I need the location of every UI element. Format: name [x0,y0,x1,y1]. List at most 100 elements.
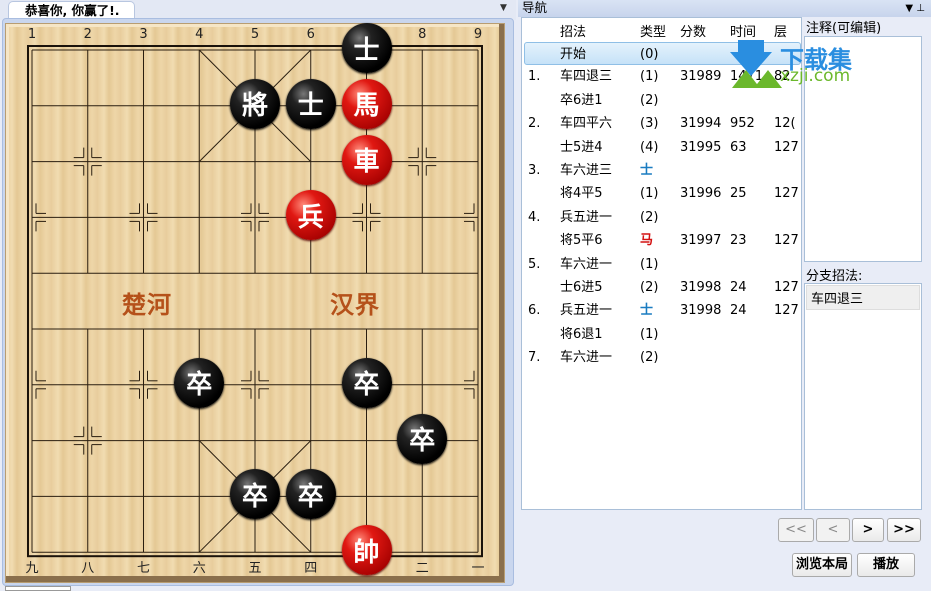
black-piece[interactable]: 卒 [285,469,336,520]
move-notation: 车六进三 [560,163,613,178]
file-label-top: 9 [473,27,483,42]
red-piece[interactable]: 兵 [285,190,336,241]
move-number: 4. [528,209,541,225]
file-label-top: 4 [195,27,204,42]
nav-title: 导航 [522,0,548,15]
horizontal-scrollbar[interactable] [5,586,71,591]
move-row[interactable]: 将6退1 (1) [522,323,801,346]
move-depth: 127 [774,186,799,202]
red-piece[interactable]: 帥 [341,525,392,576]
black-piece[interactable]: 士 [341,23,392,73]
file-label-bottom: 二 [415,561,429,576]
file-label-top: 3 [139,27,148,42]
first-move-button[interactable]: << [778,518,814,542]
black-piece[interactable]: 卒 [397,413,448,464]
dropdown-icon[interactable]: ▼ [500,3,507,13]
move-row[interactable]: 开始 (0) [524,42,801,65]
move-number: 3. [528,163,541,178]
column-header-depth[interactable]: 层 [774,21,787,40]
move-type: (1) [640,256,659,272]
move-score: 31998 [680,303,722,319]
move-row[interactable]: 2. 车四平六 (3) 31994 952 12( [522,112,801,135]
notes-textarea[interactable] [804,36,922,262]
notes-label: 注释(可编辑) [806,21,882,36]
column-header-move[interactable]: 招法 [560,21,586,40]
move-row[interactable]: 1. 车四退三 (1) 31989 1471 82 [522,65,801,88]
file-label-top: 1 [27,27,37,42]
file-label-bottom: 四 [304,561,318,576]
move-row[interactable]: 士5进4 (4) 31995 63 127 [522,136,801,159]
move-score: 31996 [680,186,722,202]
black-piece[interactable]: 卒 [174,357,225,408]
move-type: (2) [640,209,659,225]
next-move-button[interactable]: > [852,518,884,542]
play-button[interactable]: 播放 [857,553,915,577]
move-depth: 127 [774,139,799,155]
move-type: (1) [640,186,659,202]
move-type: 士 [640,163,654,178]
move-row[interactable]: 5. 车六进一 (1) [522,253,801,276]
nav-panel-header: 导航 ▼ ⊥ [518,0,931,17]
move-type: (2) [640,350,659,366]
move-notation: 将6退1 [560,326,603,342]
move-depth: 127 [774,303,799,319]
move-row[interactable]: 士6进5 (2) 31998 24 127 [522,276,801,299]
move-number: 7. [528,350,541,366]
black-piece[interactable]: 卒 [341,357,392,408]
move-notation: 兵五进一 [560,303,613,319]
move-time: 1471 [730,69,764,85]
file-label-bottom: 八 [81,561,95,576]
browse-game-button[interactable]: 浏览本局 [792,553,852,577]
move-row[interactable]: 6. 兵五进一 士 31998 24 127 [522,299,801,322]
column-header-score[interactable]: 分数 [680,21,706,40]
move-row[interactable]: 4. 兵五进一 (2) [522,206,801,229]
move-notation: 车六进一 [560,256,613,272]
file-label-bottom: 六 [192,561,206,576]
move-time: 24 [730,303,747,319]
move-time: 25 [730,186,747,202]
red-piece[interactable]: 馬 [341,78,392,129]
move-type: (4) [640,139,659,155]
river-right-label: 汉界 [330,291,380,319]
red-piece[interactable]: 車 [341,134,392,185]
move-score: 31995 [680,139,722,155]
column-header-time[interactable]: 时间 [730,21,756,40]
file-label-bottom: 一 [471,561,485,576]
move-notation: 卒6进1 [560,92,603,108]
move-depth: 127 [774,233,799,249]
move-number: 1. [528,69,541,85]
move-notation: 士6进5 [560,280,603,295]
branch-list[interactable]: 车四退三 [804,283,922,510]
black-piece[interactable]: 將 [230,78,280,129]
column-header-type[interactable]: 类型 [640,21,666,40]
move-depth: 82 [774,69,791,85]
move-time: 24 [730,280,747,295]
move-score: 31989 [680,69,722,85]
move-list[interactable]: 招法 类型 分数 时间 层 开始 (0) 1. 车四退三 (1) 31989 1471 82 卒… [521,17,802,510]
move-row[interactable]: 将5平6 马 31997 23 127 [522,229,801,252]
move-type: (2) [640,280,659,295]
move-type: (1) [640,326,659,342]
prev-move-button[interactable]: < [816,518,850,542]
move-type: 士 [640,303,654,319]
move-notation: 车六进一 [560,350,613,366]
river-left-label: 楚河 [122,291,172,319]
black-piece[interactable]: 卒 [230,469,280,520]
branch-item[interactable]: 车四退三 [806,285,920,310]
move-number: 6. [528,303,541,319]
move-type: (3) [640,116,659,132]
black-piece[interactable]: 士 [285,78,336,129]
move-row[interactable]: 7. 车六进一 (2) [522,346,801,369]
file-label-top: 6 [306,27,315,42]
file-label-bottom: 九 [25,561,39,576]
move-type: 马 [640,233,654,249]
move-notation: 兵五进一 [560,209,613,225]
move-row[interactable]: 卒6进1 (2) [522,89,801,112]
move-score: 31997 [680,233,722,249]
last-move-button[interactable]: >> [887,518,921,542]
move-row[interactable]: 3. 车六进三 士 [522,159,801,182]
move-row[interactable]: 将4平5 (1) 31996 25 127 [522,182,801,205]
move-score: 31998 [680,280,722,295]
move-time: 23 [730,233,747,249]
pin-icon[interactable]: ▼ ⊥ [905,1,925,17]
